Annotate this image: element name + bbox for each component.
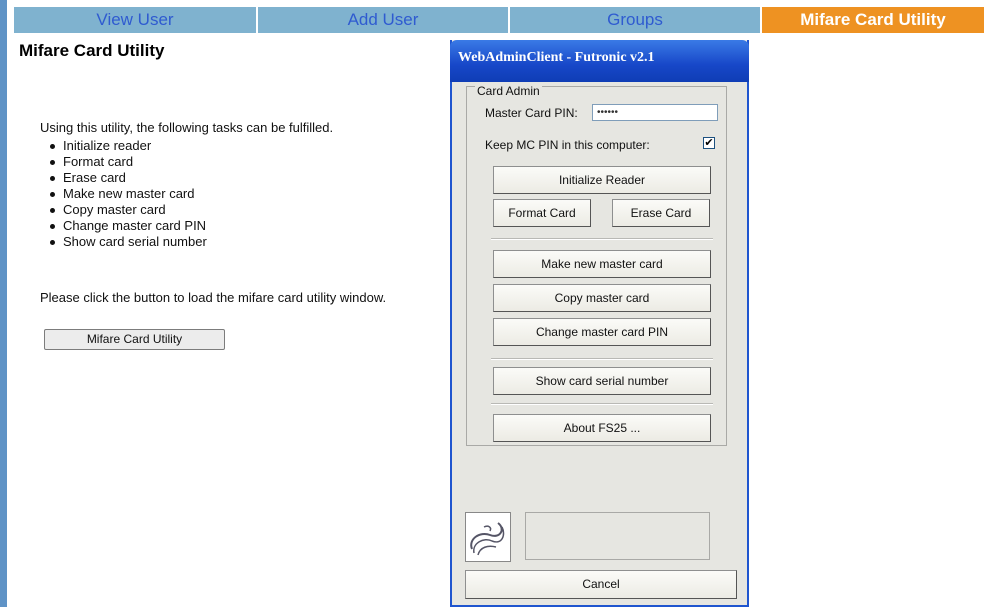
format-card-button[interactable]: Format Card <box>493 199 591 227</box>
tab-bar: View User Add User Groups Mifare Card Ut… <box>14 7 998 33</box>
separator <box>491 238 713 240</box>
erase-card-button[interactable]: Erase Card <box>612 199 710 227</box>
list-item: Show card serial number <box>48 234 207 250</box>
copy-master-card-button[interactable]: Copy master card <box>493 284 711 312</box>
master-card-pin-label: Master Card PIN: <box>485 106 578 120</box>
intro-text: Using this utility, the following tasks … <box>40 120 334 135</box>
list-item: Erase card <box>48 170 207 186</box>
about-fs25-button[interactable]: About FS25 ... <box>493 414 711 442</box>
list-item: Make new master card <box>48 186 207 202</box>
cancel-button[interactable]: Cancel <box>465 570 737 599</box>
initialize-reader-button[interactable]: Initialize Reader <box>493 166 711 194</box>
tab-add-user[interactable]: Add User <box>258 7 510 33</box>
page-title: Mifare Card Utility <box>19 41 165 60</box>
show-card-serial-number-button[interactable]: Show card serial number <box>493 367 711 395</box>
keep-pin-label: Keep MC PIN in this computer: <box>485 138 650 152</box>
webadminclient-dialog: WebAdminClient - Futronic v2.1 Card Admi… <box>450 40 749 607</box>
window-left-frame <box>0 0 7 607</box>
keep-pin-checkbox[interactable]: ✔ <box>703 137 715 149</box>
list-item: Copy master card <box>48 202 207 218</box>
mifare-card-utility-button[interactable]: Mifare Card Utility <box>44 329 225 350</box>
make-new-master-card-button[interactable]: Make new master card <box>493 250 711 278</box>
card-admin-label: Card Admin <box>475 84 542 98</box>
tab-view-user[interactable]: View User <box>14 7 258 33</box>
separator <box>491 403 713 405</box>
tab-mifare-card-utility[interactable]: Mifare Card Utility <box>762 7 984 33</box>
dialog-title: WebAdminClient - Futronic v2.1 <box>458 50 655 65</box>
task-list: Initialize reader Format card Erase card… <box>48 138 207 250</box>
change-master-card-pin-button[interactable]: Change master card PIN <box>493 318 711 346</box>
list-item: Change master card PIN <box>48 218 207 234</box>
master-card-pin-input[interactable]: •••••• <box>592 104 718 121</box>
dialog-titlebar[interactable]: WebAdminClient - Futronic v2.1 <box>450 40 749 82</box>
futronic-logo-icon <box>465 512 511 562</box>
status-display <box>525 512 710 560</box>
list-item: Format card <box>48 154 207 170</box>
tab-groups[interactable]: Groups <box>510 7 762 33</box>
separator <box>491 358 713 360</box>
instruction-text: Please click the button to load the mifa… <box>40 290 387 305</box>
list-item: Initialize reader <box>48 138 207 154</box>
